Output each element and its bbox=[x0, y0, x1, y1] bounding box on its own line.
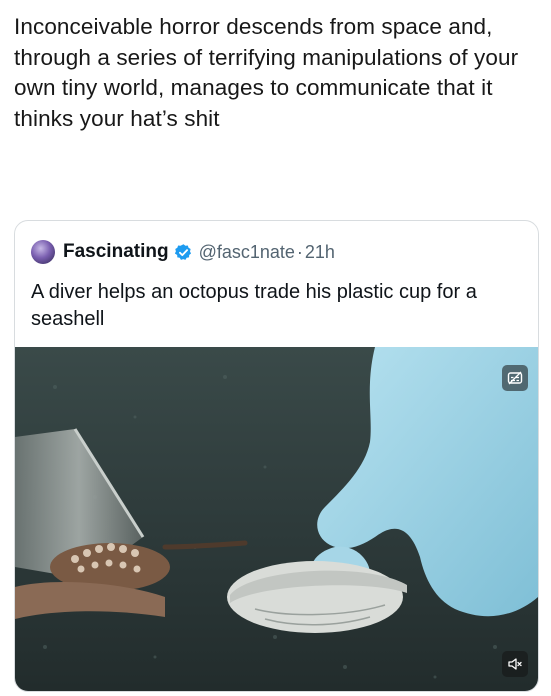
caption-toggle-button[interactable] bbox=[502, 365, 528, 391]
quoted-author-name[interactable]: Fascinating bbox=[63, 241, 169, 263]
quoted-media[interactable] bbox=[15, 347, 538, 691]
media-image bbox=[15, 347, 538, 691]
mute-icon bbox=[508, 658, 522, 670]
quoted-tweet-header: Fascinating @fasc1nate · 21h bbox=[31, 239, 335, 265]
quoted-author-handle[interactable]: @fasc1nate bbox=[199, 242, 295, 263]
verified-badge-icon bbox=[174, 243, 191, 260]
mute-button[interactable] bbox=[502, 651, 528, 677]
avatar[interactable] bbox=[31, 240, 55, 264]
tweet-caption: Inconceivable horror descends from space… bbox=[14, 14, 519, 131]
quoted-tweet-text: A diver helps an octopus trade his plast… bbox=[31, 281, 477, 330]
caption-toggle-icon bbox=[507, 371, 523, 385]
header-separator: · bbox=[296, 241, 303, 262]
quoted-tweet-card[interactable]: Fascinating @fasc1nate · 21h A diver hel… bbox=[14, 220, 539, 692]
quoted-timestamp[interactable]: 21h bbox=[305, 242, 335, 263]
